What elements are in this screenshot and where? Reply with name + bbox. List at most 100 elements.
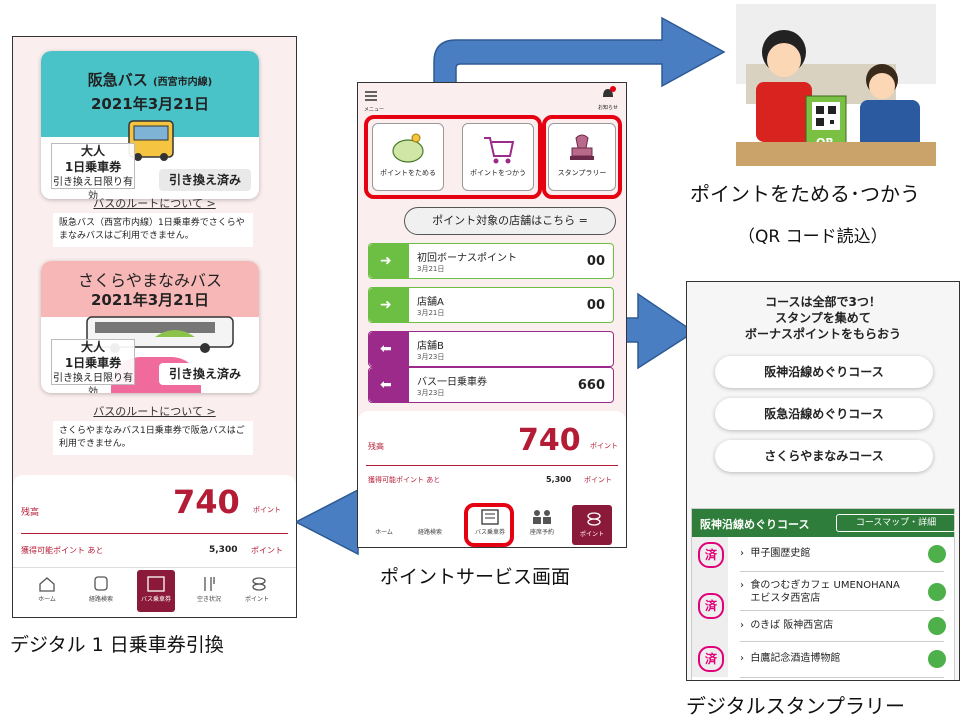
menu-icon (365, 91, 377, 101)
balance-panel: 残高 740 ポイント 獲得可能ポイント あと 5,300 ポイント (13, 475, 296, 577)
course-panel-title: 阪神沿線めぐりコース (700, 518, 810, 531)
exchanged-label: 引き換え済み (159, 363, 251, 385)
tab-points[interactable]: ポイント (237, 576, 277, 603)
earn-badge: ➜ (369, 288, 409, 322)
tab-route-search[interactable]: 経路検索 (410, 527, 450, 536)
arrow-out-icon: ⬅ (380, 377, 392, 393)
store-list-button[interactable]: ポイント対象の店舗はこちら = (404, 207, 616, 235)
balance-unit: ポイント (253, 506, 281, 514)
highlight-bus-ticket-tab (464, 503, 514, 547)
stamp-done-icon: 済 (698, 593, 724, 619)
chevron-right-icon: › (740, 548, 744, 559)
balance-panel: 残高 740 ポイント 獲得可能ポイント あと 5,300 ポイント (358, 411, 626, 503)
tab-label: ホーム (38, 596, 56, 603)
pass-type: 大人 (80, 144, 105, 158)
ticket-date: 2021年3月21日 (90, 95, 210, 113)
tab-seat-reservation[interactable]: 座席予約 (522, 509, 562, 536)
heading-line: スタンプを集めて (775, 311, 871, 325)
pass-type: 大人 (80, 340, 105, 354)
ticket-icon (147, 576, 165, 592)
tab-label: 座席予約 (529, 529, 554, 536)
menu-button[interactable]: メニュー (364, 87, 394, 113)
caption-qr-sub: （QR コード読込） (738, 227, 888, 247)
ticket-note: 阪急バス（西宮市内線）1日乗車券でさくらやまなみバスはご利用できません。 (53, 213, 253, 247)
course-panel: 阪神沿線めぐりコース コースマップ・詳細 済 › 甲子園歴史館 済 › 食のつむ… (691, 508, 956, 680)
spot-name: 白鷹記念酒造博物館 (750, 653, 841, 664)
history-title: 初回ボーナスポイント (417, 253, 517, 264)
history-date: 3月21日 (417, 265, 445, 273)
course-panel-header: 阪神沿線めぐりコース コースマップ・詳細 (692, 509, 956, 537)
divider (366, 465, 618, 466)
history-title: 店舗A (417, 297, 444, 308)
home-icon (39, 577, 55, 592)
chevron-right-icon: › (740, 620, 744, 631)
history-title: バス一日乗車券 (417, 377, 487, 388)
history-value: 00 (586, 298, 605, 313)
history-row[interactable]: ⬅ バス一日乗車券 3月23日 660 (368, 367, 614, 403)
heading-line: ボーナスポイントをもらおう (744, 327, 901, 341)
tab-home[interactable]: ホーム (27, 576, 67, 603)
tab-points[interactable]: ポイント (572, 505, 612, 545)
coins-icon (252, 577, 266, 591)
spot-row[interactable]: › 白鷹記念酒造博物館 (740, 641, 944, 678)
history-row[interactable]: ➜ 店舗A 3月21日 00 (368, 287, 614, 323)
bus-stop-icon (928, 545, 946, 563)
history-date: 3月23日 (417, 389, 445, 397)
earnable-value: 5,300 (209, 545, 238, 555)
restaurant-icon (204, 577, 215, 591)
tab-label: 空き状況 (196, 596, 221, 603)
list-icon: = (578, 214, 588, 227)
route-link[interactable]: バスのルートについて > (13, 195, 296, 211)
ticket-screen: 阪急バス (西宮市内線) 2021年3月21日 大人 1日乗車券 引き換え日限り… (12, 36, 297, 618)
ticket-title-sub: (西宮市内線) (153, 77, 213, 88)
balance-unit: ポイント (590, 442, 618, 450)
arrow-in-icon: ➜ (380, 253, 392, 269)
caption-qr: ポイントをためる･つかう (690, 182, 920, 206)
pass-info: 大人 1日乗車券 引き換え日限り有効 (51, 143, 135, 199)
earnable-value: 5,300 (546, 475, 572, 484)
history-row[interactable]: ⬅ 店舗B 3月23日 (368, 331, 614, 367)
chevron-right-icon: › (740, 580, 744, 591)
caption-stamp-rally: デジタルスタンプラリー (686, 694, 905, 718)
route-link[interactable]: バスのルートについて > (13, 403, 296, 419)
spot-row[interactable]: › 甲子園歴史館 (740, 537, 944, 572)
use-badge: ⬅ (369, 368, 409, 402)
point-service-screen: メニュー お知らせ ポイントをためる ポイントをつかう スタンプラリー ポイント… (357, 82, 627, 548)
ticket-card-sakura[interactable]: さくらやまなみバス 2021年3月21日 大人 1日乗車券 引き換え日限り有効 … (41, 261, 259, 393)
heading-line: コースは全部で3つ！ (765, 295, 881, 309)
spot-name: 甲子園歴史館 (750, 548, 811, 559)
chevron-right-icon: › (740, 653, 744, 664)
exchanged-label: 引き換え済み (159, 169, 251, 191)
bell-icon (603, 86, 616, 97)
tab-availability[interactable]: 空き状況 (189, 576, 229, 603)
spot-name: 食のつむぎカフェ UMENOHANA エビスタ西宮店 (750, 580, 900, 604)
course-map-button[interactable]: コースマップ・詳細 (836, 514, 956, 532)
history-title: 店舗B (417, 341, 444, 352)
store-list-label: ポイント対象の店舗はこちら (432, 214, 576, 227)
notice-button[interactable]: お知らせ (594, 85, 622, 111)
history-date: 3月23日 (417, 353, 445, 361)
ticket-card-hankyu[interactable]: 阪急バス (西宮市内線) 2021年3月21日 大人 1日乗車券 引き換え日限り… (41, 51, 259, 199)
balance-label: 残高 (21, 508, 40, 518)
tab-route-search[interactable]: 経路検索 (81, 576, 121, 603)
tab-bus-ticket[interactable]: バス乗車券 (137, 570, 175, 612)
bus-stop-icon (928, 650, 946, 668)
course-button-hanshin[interactable]: 阪神沿線めぐりコース (715, 356, 933, 388)
qr-scan-illustration: QR (736, 4, 936, 166)
highlight-stamp-rally (542, 115, 622, 199)
use-badge: ⬅ (369, 332, 409, 366)
tab-label: 経路検索 (417, 529, 442, 536)
pass-name: 1日乗車券 (64, 160, 122, 174)
course-button-hankyu[interactable]: 阪急沿線めぐりコース (715, 398, 933, 430)
course-button-sakura[interactable]: さくらやまなみコース (715, 440, 933, 472)
bus-stop-icon (928, 583, 946, 601)
people-icon (533, 510, 551, 524)
balance-label: 残高 (368, 442, 384, 451)
tab-label: ホーム (375, 529, 393, 536)
spot-row[interactable]: › のきば 阪神西宮店 (740, 611, 944, 642)
spot-row[interactable]: › 食のつむぎカフェ UMENOHANA エビスタ西宮店 (740, 573, 944, 611)
history-row[interactable]: ➜ 初回ボーナスポイント 3月21日 00 (368, 243, 614, 279)
history-value: 00 (586, 254, 605, 269)
tab-home[interactable]: ホーム (364, 527, 404, 536)
bus-stop-icon (928, 617, 946, 635)
